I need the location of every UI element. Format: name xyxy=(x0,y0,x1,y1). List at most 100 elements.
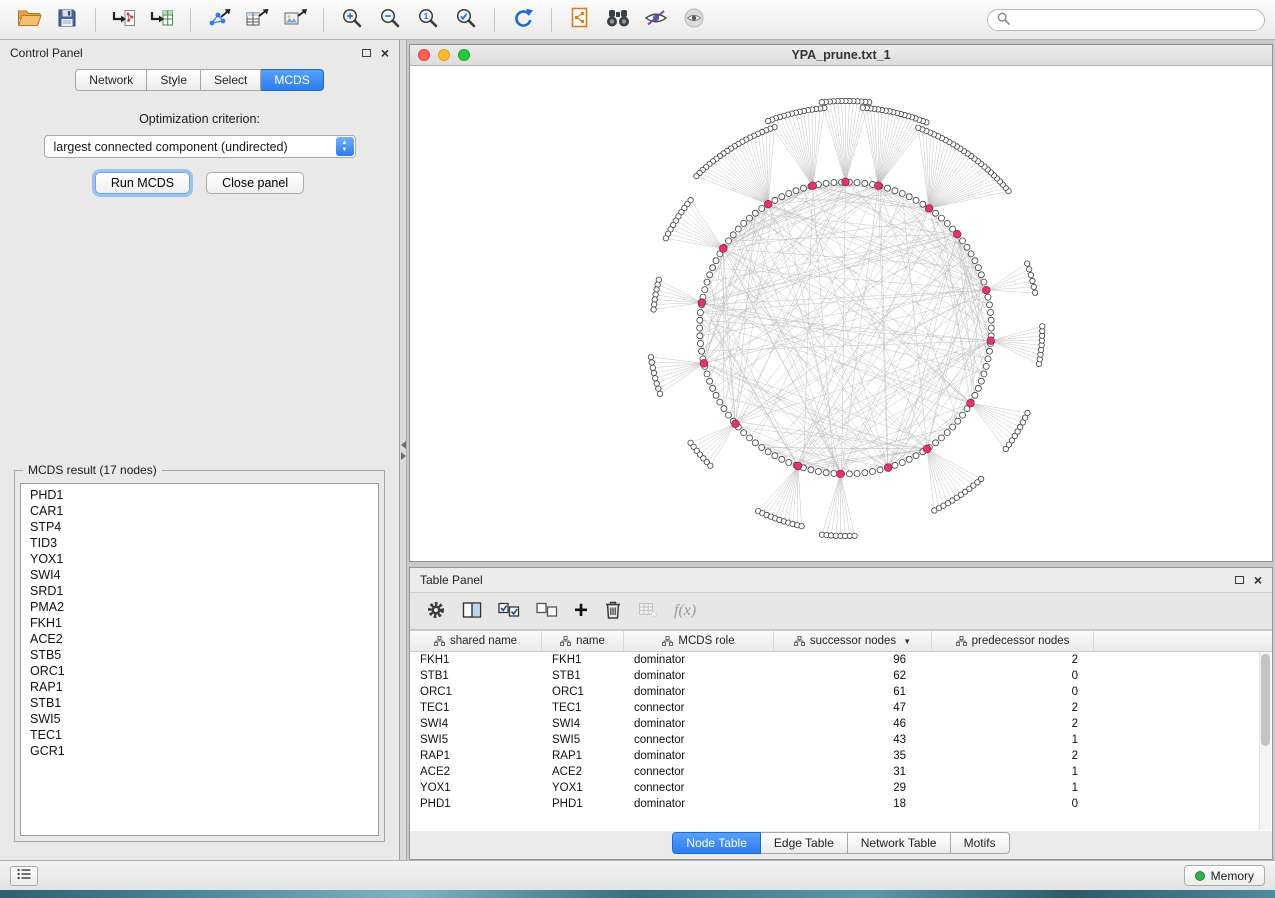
table-row[interactable]: RAP1RAP1dominator352 xyxy=(410,748,1272,764)
table-cell[interactable]: ACE2 xyxy=(410,766,542,778)
table-cell[interactable]: 2 xyxy=(932,718,1094,730)
hide-graphics-button[interactable] xyxy=(637,4,675,36)
table-tab-edge-table[interactable]: Edge Table xyxy=(761,832,848,854)
zoom-in-button[interactable] xyxy=(333,4,371,36)
scrollbar-thumb[interactable] xyxy=(1261,654,1270,746)
mcds-result-item[interactable]: SWI5 xyxy=(21,711,378,727)
table-cell[interactable]: 31 xyxy=(774,766,932,778)
network-canvas[interactable] xyxy=(410,66,1272,561)
column-header-predecessor-nodes[interactable]: predecessor nodes xyxy=(932,631,1094,651)
table-cell[interactable]: SWI5 xyxy=(410,734,542,746)
run-mcds-button[interactable]: Run MCDS xyxy=(95,172,190,194)
mcds-result-item[interactable]: ORC1 xyxy=(21,663,378,679)
table-cell[interactable]: 1 xyxy=(932,734,1094,746)
table-cell[interactable]: 46 xyxy=(774,718,932,730)
table-row[interactable]: SWI4SWI4dominator462 xyxy=(410,716,1272,732)
zoom-fit-button[interactable] xyxy=(447,4,485,36)
mcds-result-item[interactable]: ACE2 xyxy=(21,631,378,647)
table-cell[interactable]: 2 xyxy=(932,750,1094,762)
mcds-result-item[interactable]: TID3 xyxy=(21,535,378,551)
tab-mcds[interactable]: MCDS xyxy=(261,69,323,91)
table-cell[interactable]: dominator xyxy=(624,798,774,810)
table-cell[interactable]: 62 xyxy=(774,670,932,682)
table-cell[interactable]: dominator xyxy=(624,654,774,666)
sort-arrow-icon[interactable]: ▼ xyxy=(903,637,911,646)
column-header-MCDS-role[interactable]: MCDS role xyxy=(624,631,774,651)
table-cell[interactable]: dominator xyxy=(624,718,774,730)
delete-table-button[interactable] xyxy=(638,601,658,622)
table-cell[interactable]: PHD1 xyxy=(542,798,624,810)
mcds-result-item[interactable]: PHD1 xyxy=(21,487,378,503)
new-column-button[interactable]: + xyxy=(574,601,588,621)
table-tab-network-table[interactable]: Network Table xyxy=(848,832,951,854)
table-cell[interactable]: ORC1 xyxy=(542,686,624,698)
tab-style[interactable]: Style xyxy=(147,69,201,91)
table-cell[interactable]: FKH1 xyxy=(410,654,542,666)
table-cell[interactable]: SWI5 xyxy=(542,734,624,746)
table-cell[interactable]: ORC1 xyxy=(410,686,542,698)
table-row[interactable]: ACE2ACE2connector311 xyxy=(410,764,1272,780)
table-cell[interactable]: 0 xyxy=(932,686,1094,698)
tab-network[interactable]: Network xyxy=(75,69,147,91)
float-panel-icon[interactable] xyxy=(362,49,371,57)
window-close-icon[interactable] xyxy=(418,49,430,61)
table-cell[interactable]: 2 xyxy=(932,702,1094,714)
table-cell[interactable]: connector xyxy=(624,734,774,746)
close-panel-button[interactable]: Close panel xyxy=(206,172,304,194)
table-cell[interactable]: connector xyxy=(624,766,774,778)
zoom-out-button[interactable] xyxy=(371,4,409,36)
table-cell[interactable]: RAP1 xyxy=(542,750,624,762)
table-row[interactable]: ORC1ORC1dominator610 xyxy=(410,684,1272,700)
export-image-button[interactable] xyxy=(276,4,314,36)
delete-columns-button[interactable] xyxy=(604,600,622,623)
optimization-criterion-select[interactable]: largest connected component (undirected)… xyxy=(44,135,356,158)
float-table-panel-icon[interactable] xyxy=(1235,576,1244,584)
refresh-view-button[interactable] xyxy=(504,4,542,36)
mcds-result-item[interactable]: FKH1 xyxy=(21,615,378,631)
table-cell[interactable]: 47 xyxy=(774,702,932,714)
select-all-button[interactable] xyxy=(498,602,520,621)
mcds-result-item[interactable]: PMA2 xyxy=(21,599,378,615)
mcds-result-item[interactable]: SWI4 xyxy=(21,567,378,583)
table-cell[interactable]: dominator xyxy=(624,750,774,762)
table-cell[interactable]: 0 xyxy=(932,798,1094,810)
open-file-button[interactable] xyxy=(10,4,48,36)
collapse-left-icon[interactable] xyxy=(401,441,406,449)
table-scrollbar[interactable] xyxy=(1259,652,1271,830)
memory-button[interactable]: Memory xyxy=(1184,865,1265,886)
tab-select[interactable]: Select xyxy=(201,69,261,91)
table-settings-button[interactable] xyxy=(426,600,446,623)
table-cell[interactable]: 1 xyxy=(932,782,1094,794)
table-row[interactable]: SWI5SWI5connector431 xyxy=(410,732,1272,748)
window-minimize-icon[interactable] xyxy=(438,49,450,61)
table-cell[interactable]: dominator xyxy=(624,670,774,682)
mcds-result-item[interactable]: SRD1 xyxy=(21,583,378,599)
show-columns-button[interactable] xyxy=(462,601,482,622)
table-cell[interactable]: 96 xyxy=(774,654,932,666)
column-header-shared-name[interactable]: shared name xyxy=(410,631,542,651)
table-cell[interactable]: 29 xyxy=(774,782,932,794)
collapse-right-icon[interactable] xyxy=(401,452,406,460)
table-cell[interactable]: TEC1 xyxy=(410,702,542,714)
table-tab-motifs[interactable]: Motifs xyxy=(951,832,1010,854)
table-cell[interactable]: STB1 xyxy=(542,670,624,682)
close-panel-icon[interactable]: × xyxy=(381,46,389,60)
show-graphics-button[interactable] xyxy=(675,4,713,36)
table-cell[interactable]: FKH1 xyxy=(542,654,624,666)
table-cell[interactable]: TEC1 xyxy=(542,702,624,714)
table-cell[interactable]: 35 xyxy=(774,750,932,762)
import-table-button[interactable] xyxy=(143,4,181,36)
close-table-panel-icon[interactable]: × xyxy=(1254,573,1262,587)
table-cell[interactable]: 1 xyxy=(932,766,1094,778)
table-tab-node-table[interactable]: Node Table xyxy=(672,832,761,854)
table-cell[interactable]: 18 xyxy=(774,798,932,810)
network-window-titlebar[interactable]: YPA_prune.txt_1 xyxy=(410,45,1272,66)
table-cell[interactable]: 61 xyxy=(774,686,932,698)
clone-network-button[interactable] xyxy=(561,4,599,36)
panel-splitter[interactable] xyxy=(400,40,407,860)
save-session-button[interactable] xyxy=(48,4,86,36)
network-graph[interactable] xyxy=(410,66,1272,561)
function-builder-button[interactable]: f(x) xyxy=(674,602,696,620)
table-cell[interactable]: YOX1 xyxy=(410,782,542,794)
table-cell[interactable]: STB1 xyxy=(410,670,542,682)
